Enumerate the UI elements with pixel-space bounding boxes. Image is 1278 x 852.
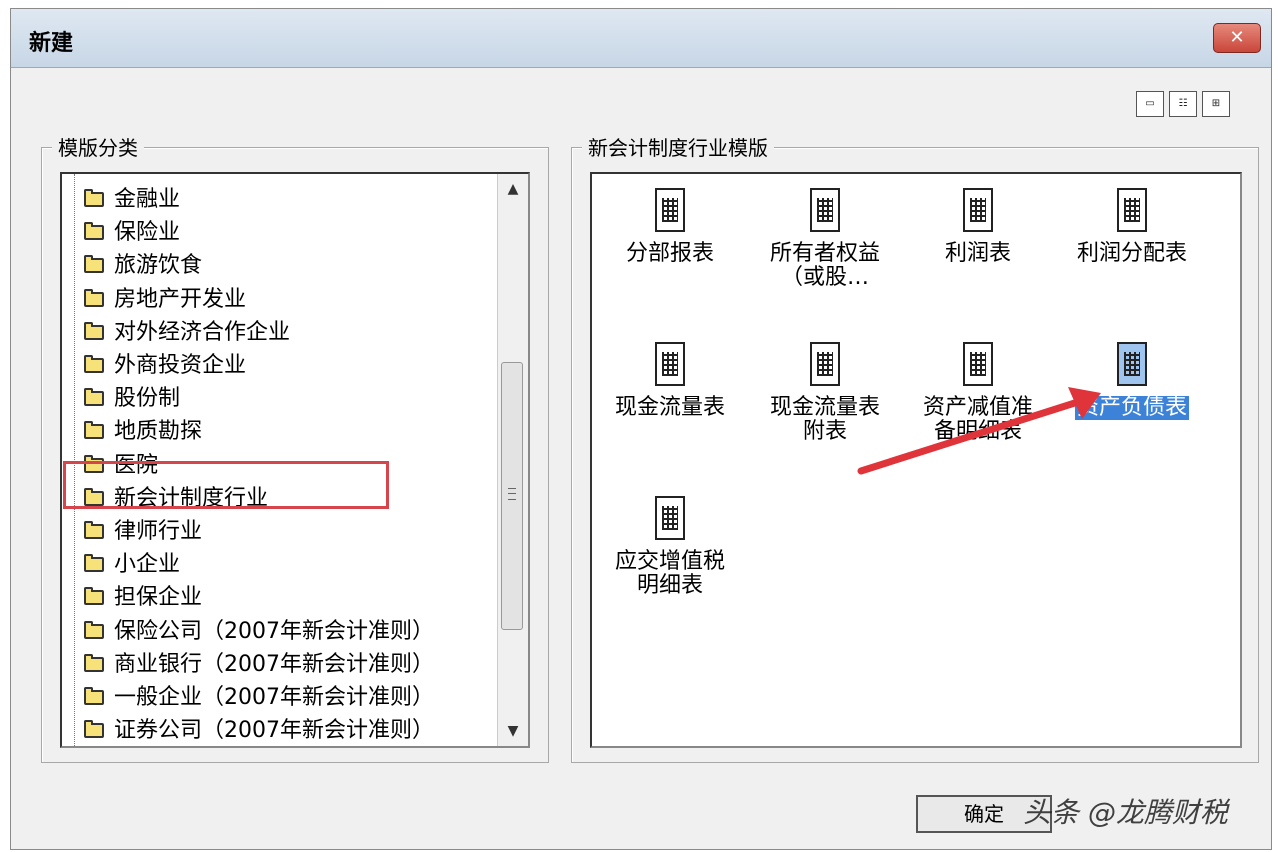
folder-icon: [84, 687, 104, 705]
tree-item-label: 小企业: [114, 552, 181, 578]
tree-item-label: 律师行业: [114, 519, 203, 544]
scroll-grip: [508, 488, 516, 500]
spreadsheet-icon: [655, 188, 685, 232]
folder-icon: [84, 321, 104, 340]
large-icon-view-button[interactable]: ▭: [1136, 91, 1164, 117]
tree-item[interactable]: 旅游饮食: [84, 250, 202, 282]
template-group-label: 新会计制度行业模版: [582, 132, 774, 161]
spreadsheet-icon: [810, 188, 840, 232]
template-label: 利润分配表: [1076, 241, 1187, 266]
folder-icon: [84, 421, 104, 440]
template-label: 明细表: [636, 573, 703, 598]
tree-item[interactable]: 房地产开发业: [84, 284, 246, 316]
tree-item[interactable]: 小企业: [84, 549, 180, 581]
template-label: （或股…: [780, 265, 869, 290]
tree-item-label: 金融业: [114, 187, 181, 212]
tree-item-label: 保险业: [114, 220, 181, 246]
tree-item-label: 担保企业: [114, 585, 203, 611]
tree-item-label: 房地产开发业: [114, 286, 247, 312]
close-button[interactable]: ✕: [1213, 23, 1261, 53]
spreadsheet-icon: [655, 496, 685, 540]
tree-item[interactable]: 担保企业: [84, 582, 202, 614]
spreadsheet-icon: [1117, 188, 1147, 232]
tree-item[interactable]: 外商投资企业: [84, 350, 246, 382]
title-bar[interactable]: 新建 ✕: [11, 9, 1271, 68]
spreadsheet-icon: [655, 342, 685, 386]
tree-item[interactable]: 对外经济合作企业: [84, 317, 290, 349]
tree-item[interactable]: 股份制: [84, 383, 180, 415]
template-item[interactable]: 现金流量表: [600, 342, 740, 420]
tree-item[interactable]: 保险公司（2007年新会计准则）: [84, 616, 434, 648]
tree-item[interactable]: 一般企业（2007年新会计准则）: [84, 682, 434, 714]
tree-item[interactable]: 保险业: [84, 217, 180, 249]
folder-icon: [84, 653, 104, 672]
tree-item-label: 对外经济合作企业: [114, 319, 291, 345]
tree-item-label: 保险公司（2007年新会计准则）: [114, 618, 434, 644]
template-item[interactable]: 利润分配表: [1062, 188, 1202, 266]
spreadsheet-icon: [810, 342, 840, 386]
tree-item-label: 股份制: [114, 386, 181, 412]
template-label: 应交增值税: [614, 549, 725, 574]
category-tree[interactable]: 金融业 保险业 旅游饮食 房地产开发业 对外经济合作企业 外商投资企业 股份制 地质勘探 医院新…: [60, 172, 530, 748]
tree-item-label: 旅游饮食: [114, 253, 203, 279]
new-dialog: 新建 ✕ ▭ ☷ ⊞ 模版分类 金融业保险业旅游饮食房地产开发业对外经济合作企业…: [10, 8, 1272, 850]
tree-item-label: 一般企业（2007年新会计准则）: [114, 685, 434, 710]
category-group: 模版分类 金融业保险业旅游饮食房地产开发业对外经济合作企业 外商投资企业 股份制地质…: [41, 132, 549, 763]
template-label: 分部报表: [625, 241, 714, 266]
tree-item[interactable]: 律师行业: [84, 516, 202, 548]
template-item[interactable]: 分部报表: [600, 188, 740, 266]
spreadsheet-icon: [963, 188, 993, 232]
template-item[interactable]: 利润表: [908, 188, 1048, 266]
scroll-down-arrow[interactable]: ▼: [498, 716, 528, 746]
folder-icon: [84, 255, 104, 274]
category-scrollbar[interactable]: ▲ ▼: [497, 174, 528, 746]
scroll-up-arrow[interactable]: ▲: [498, 174, 528, 204]
selected-category-highlight: [63, 461, 389, 509]
red-arrow-annotation: [857, 387, 1101, 475]
template-item[interactable]: 应交增值税 明细表: [600, 496, 740, 598]
folder-icon: [84, 189, 104, 207]
tree-item[interactable]: 证券公司（2007年新会计准则）: [84, 715, 434, 746]
folder-icon: [84, 222, 104, 241]
tree-item-label: 外商投资企业: [114, 353, 247, 378]
template-label: 利润表: [944, 241, 1011, 266]
template-label: 所有者权益: [769, 241, 880, 266]
folder-icon: [84, 587, 104, 606]
dialog-title: 新建: [29, 31, 74, 56]
folder-icon: [84, 554, 104, 573]
tree-item[interactable]: 金融业: [84, 184, 180, 216]
folder-icon: [84, 355, 104, 373]
category-group-label: 模版分类: [52, 132, 144, 161]
tree-item-label: 商业银行（2007年新会计准则）: [114, 651, 434, 677]
folder-icon: [84, 388, 104, 407]
tree-item[interactable]: 商业银行（2007年新会计准则）: [84, 649, 434, 681]
watermark: 头条 @龙腾财税: [1023, 796, 1228, 829]
scroll-thumb[interactable]: [501, 362, 523, 630]
template-label: 现金流量表: [614, 395, 725, 420]
details-view-button[interactable]: ⊞: [1202, 91, 1230, 117]
folder-icon: [84, 521, 104, 539]
template-item[interactable]: 所有者权益 （或股…: [755, 188, 895, 290]
folder-icon: [84, 288, 104, 307]
tree-item-label: 地质勘探: [114, 419, 203, 445]
folder-icon: [84, 720, 104, 739]
tree-item-label: 证券公司（2007年新会计准则）: [114, 718, 434, 744]
list-view-button[interactable]: ☷: [1169, 91, 1197, 117]
folder-icon: [84, 620, 104, 639]
tree-item[interactable]: 地质勘探: [84, 416, 202, 448]
